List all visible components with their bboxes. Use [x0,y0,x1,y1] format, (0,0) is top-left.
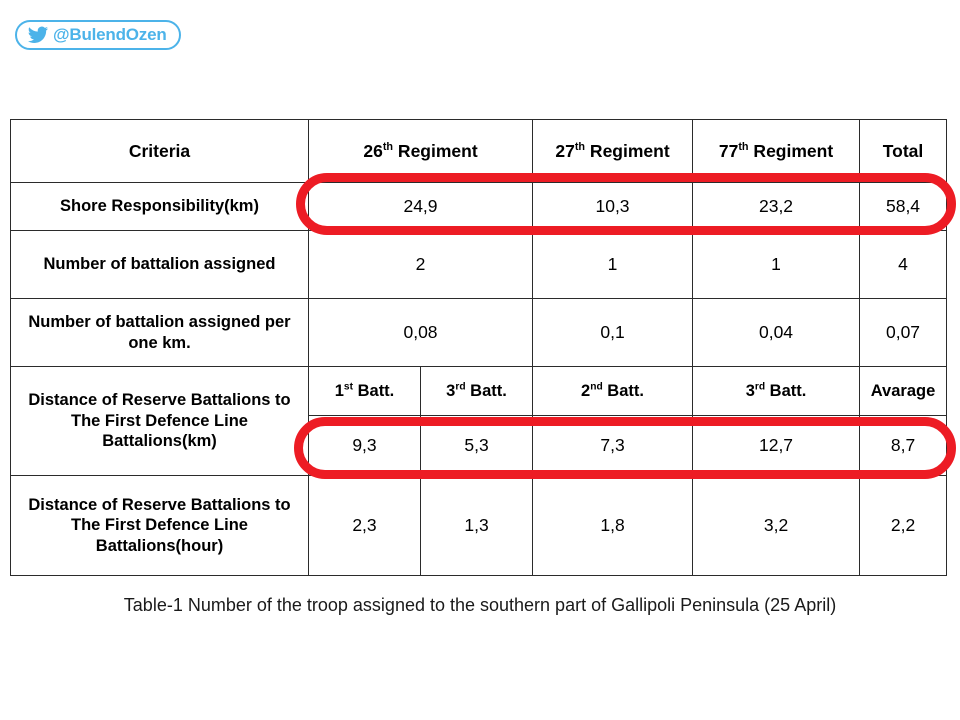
cell-distance-hour-1st-batt: 2,3 [308,475,421,576]
cell-battalion-per-km-77th: 0,04 [692,298,861,367]
header-77th-ordinal-suffix: th [738,140,749,153]
subheader-2nd-ordinal-suffix: nd [590,381,603,392]
table-row: Number of battalion assigned per one km.… [10,298,948,367]
table-subheader-row: Distance of Reserve Battalions to The Fi… [10,366,948,476]
cell-battalion-count-26th: 2 [307,230,534,299]
subheader-2nd-number: 2 [581,381,591,400]
subheader-2nd-word: Batt. [602,381,644,400]
cell-distance-km-3rd-batt-b: 12,7 [692,415,861,476]
row-label-distance-km: Distance of Reserve Battalions to The Fi… [10,366,309,476]
cell-distance-km-1st-batt: 9,3 [308,415,421,476]
twitter-handle-badge[interactable]: @BulendOzen [15,20,181,50]
subheader-3rd-b-word: Batt. [765,381,807,400]
header-27th-word: Regiment [585,140,670,161]
cell-battalion-count-27th: 1 [532,230,694,299]
table-container: Criteria 26th Regiment 27th Regiment 77t… [10,119,948,576]
cell-battalion-per-km-27th: 0,1 [532,298,694,367]
table-row: Number of battalion assigned 2 1 1 4 [10,230,948,299]
header-26th-number: 26 [363,140,383,161]
subheader-1st-word: Batt. [353,381,395,400]
cell-battalion-per-km-total: 0,07 [859,298,948,367]
cell-battalion-count-77th: 1 [692,230,861,299]
header-77th-word: Regiment [748,140,834,161]
subheader-1st-number: 1 [334,381,344,400]
row-label-distance-hour: Distance of Reserve Battalions to The Fi… [10,475,309,576]
twitter-handle-text: @BulendOzen [53,25,167,44]
subheader-3rd-a-ordinal-suffix: rd [455,381,466,392]
header-total: Total [859,119,948,183]
header-criteria: Criteria [10,119,309,183]
subheader-3rd-b-number: 3 [745,381,755,400]
row-label-shore-responsibility: Shore Responsibility(km) [10,182,309,231]
header-77th-number: 77 [718,140,739,161]
subheader-3rd-a-number: 3 [446,381,456,400]
cell-shore-26th: 24,9 [307,182,534,231]
header-26th-regiment: 26th Regiment [307,119,534,183]
subheader-3rd-batt-a: 3rd Batt. [419,366,534,416]
cell-shore-27th: 10,3 [532,182,694,231]
cell-distance-hour-average: 2,2 [859,475,948,576]
row-label-battalion-count: Number of battalion assigned [10,230,309,299]
cell-battalion-per-km-26th: 0,08 [307,298,534,367]
table-row: Distance of Reserve Battalions to The Fi… [10,475,948,576]
subheader-2nd-batt: 2nd Batt. [532,366,694,416]
subheader-3rd-batt-b: 3rd Batt. [692,366,861,416]
subheader-1st-ordinal-suffix: st [343,381,354,392]
cell-shore-77th: 23,2 [692,182,861,231]
subheader-average: Avarage [859,366,948,416]
header-26th-word: Regiment [393,140,478,161]
header-27th-regiment: 27th Regiment [532,119,694,183]
cell-distance-hour-3rd-batt-a: 1,3 [419,475,534,576]
subheader-3rd-b-ordinal-suffix: rd [754,381,766,392]
header-27th-ordinal-suffix: th [574,140,586,153]
cell-distance-hour-3rd-batt-b: 3,2 [692,475,861,576]
cell-distance-hour-2nd-batt: 1,8 [532,475,694,576]
table-row: Shore Responsibility(km) 24,9 10,3 23,2 … [10,182,948,231]
table-caption: Table-1 Number of the troop assigned to … [123,595,837,615]
table-header-row: Criteria 26th Regiment 27th Regiment 77t… [10,119,948,183]
cell-battalion-count-total: 4 [859,230,948,299]
subheader-3rd-a-word: Batt. [465,381,507,400]
header-77th-regiment: 77th Regiment [692,119,861,183]
cell-distance-km-3rd-batt-a: 5,3 [419,415,534,476]
cell-distance-km-average: 8,7 [859,415,948,476]
troop-assignment-table: Criteria 26th Regiment 27th Regiment 77t… [10,119,948,576]
cell-distance-km-2nd-batt: 7,3 [532,415,694,476]
header-26th-ordinal-suffix: th [382,140,394,153]
subheader-1st-batt: 1st Batt. [308,366,421,416]
row-label-battalion-per-km: Number of battalion assigned per one km. [10,298,309,367]
cell-shore-total: 58,4 [859,182,948,231]
header-27th-number: 27 [555,140,575,161]
twitter-bird-icon [27,26,49,44]
